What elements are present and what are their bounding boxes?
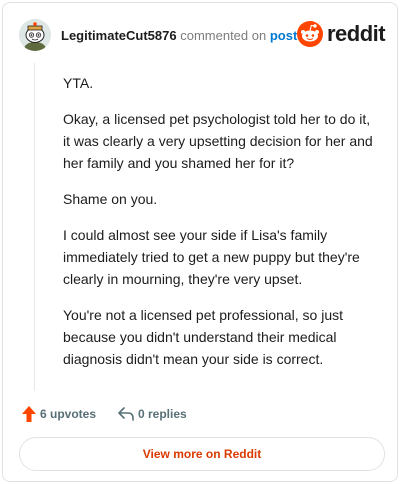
- upvote-arrow-icon: [22, 406, 36, 422]
- comment-paragraph: I could almost see your side if Lisa's f…: [63, 227, 360, 287]
- post-link[interactable]: post: [270, 28, 297, 43]
- comment-embed-card: LegitimateCut5876 commented on post redd…: [2, 2, 398, 482]
- commented-on-text: commented on: [180, 28, 267, 43]
- user-avatar[interactable]: [19, 19, 51, 51]
- upvote-button[interactable]: 6 upvotes: [21, 403, 103, 425]
- comment-byline: LegitimateCut5876 commented on post: [61, 28, 297, 44]
- comment-paragraph: YTA.: [63, 75, 94, 91]
- comment-paragraph: Shame on you.: [63, 191, 158, 207]
- replies-button[interactable]: 0 replies: [117, 403, 207, 425]
- comment-body: YTA. Okay, a licensed pet psychologist t…: [63, 72, 379, 384]
- comment-header: LegitimateCut5876 commented on post redd…: [17, 15, 386, 55]
- upvotes-count: 6 upvotes: [40, 407, 97, 421]
- username-link[interactable]: LegitimateCut5876: [61, 28, 177, 43]
- replies-count: 0 replies: [138, 407, 187, 421]
- reddit-snoo-icon: [297, 21, 323, 47]
- thread-line: [34, 63, 35, 391]
- snoo-avatar-icon: [19, 19, 51, 51]
- comment-paragraph: Okay, a licensed pet psychologist told h…: [63, 111, 373, 171]
- view-more-on-reddit-button[interactable]: View more on Reddit: [19, 437, 385, 471]
- reddit-wordmark: reddit: [327, 21, 386, 46]
- comment-paragraph: You're not a licensed pet professional, …: [63, 307, 343, 367]
- reddit-logo[interactable]: reddit: [297, 21, 386, 49]
- reply-arrow-icon: [118, 407, 134, 421]
